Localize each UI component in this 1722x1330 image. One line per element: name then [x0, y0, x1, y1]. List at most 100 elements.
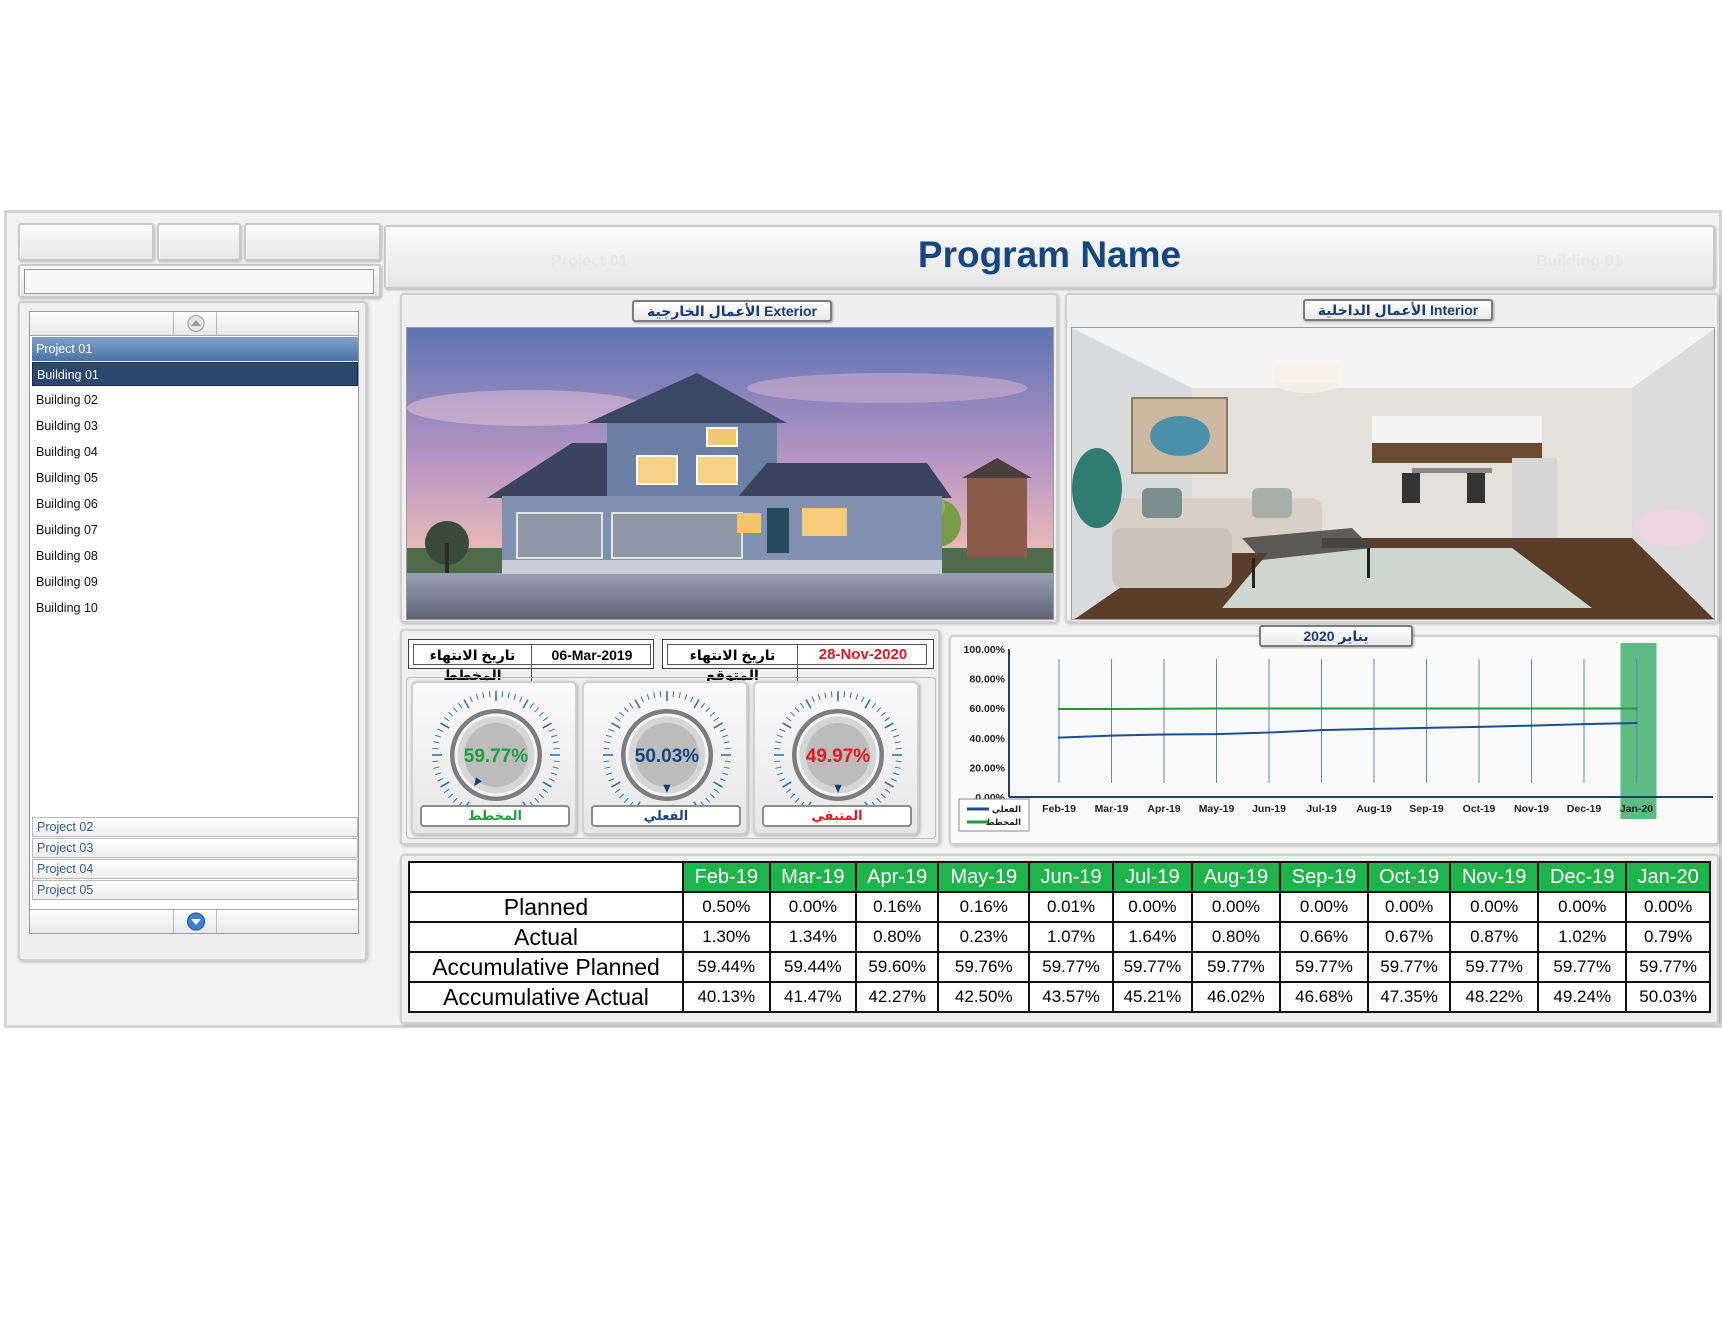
- slicer-building-item[interactable]: Building 03: [32, 414, 358, 438]
- table-cell: 41.47%: [768, 981, 858, 1013]
- chart-point: [1425, 707, 1428, 710]
- table-row: Accumulative Planned 59.44% 59.44% 59.60% 59…: [408, 951, 1711, 983]
- interior-caption: الأعمال الداخلية Interior: [1303, 299, 1493, 321]
- table-month-header: Feb-19: [682, 861, 771, 893]
- gauge-tick: [634, 699, 641, 709]
- table-row: Actual 1.30% 1.34% 0.80% 0.23% 1.07% 1.64% 0.80…: [408, 921, 1711, 953]
- table-cell: 0.00%: [1625, 891, 1711, 923]
- gauge-value: 50.03%: [635, 746, 700, 767]
- scroll-down-icon: [187, 912, 205, 931]
- table-cell: 0.16%: [937, 891, 1031, 923]
- gauge-tick: [895, 747, 902, 750]
- slicer-list: Project 01 Building 01 Building 02 Buildin…: [29, 311, 359, 934]
- chart-highlight-band: [1620, 643, 1657, 819]
- gauge-tick: [475, 693, 479, 700]
- chart-point: [1372, 727, 1376, 731]
- slicer-building-item[interactable]: Building 06: [32, 492, 358, 516]
- chart-xtick-label: Jul-19: [1306, 803, 1337, 815]
- chart-point: [1110, 734, 1113, 737]
- house-exterior-illustration: [407, 328, 1053, 619]
- gauge-tick: [894, 741, 901, 744]
- chart-ytick-label: 80.00%: [969, 674, 1005, 686]
- table-month-header: Jun-19: [1028, 861, 1114, 893]
- blank-button-1[interactable]: [18, 223, 154, 261]
- slicer-building-item[interactable]: Building 04: [32, 440, 358, 464]
- slicer-project-selected[interactable]: Project 01: [32, 337, 358, 361]
- gauge-tick: [605, 772, 612, 776]
- slicer-project-item[interactable]: Project 02: [32, 817, 358, 837]
- slicer-building-item[interactable]: Building 02: [32, 388, 358, 412]
- gauge-card: 49.97% المتبقي: [753, 681, 919, 835]
- exterior-image: [406, 327, 1054, 620]
- table-cell: 49.24%: [1537, 981, 1628, 1013]
- slicer-building-item[interactable]: Building 07: [32, 518, 358, 542]
- chart-xtick-label: Sep-19: [1409, 803, 1444, 815]
- slicer-building-item[interactable]: Building 05: [32, 466, 358, 490]
- slicer-building-item[interactable]: Building 01: [32, 362, 358, 386]
- chart-point: [1057, 707, 1061, 711]
- blank-button-2[interactable]: [157, 223, 241, 261]
- chart-point: [1582, 707, 1586, 710]
- chart-xtick-label: Mar-19: [1095, 803, 1129, 815]
- scroll-up-button[interactable]: [173, 312, 217, 335]
- gauge-tick: [538, 793, 544, 799]
- scroll-up-bar[interactable]: [30, 312, 358, 336]
- gauge-dial: 49.97%: [774, 691, 902, 819]
- gauge-tick: [553, 747, 560, 750]
- gauge-tick: [608, 778, 615, 782]
- scroll-down-button[interactable]: [173, 910, 217, 933]
- table-cell: 40.13%: [682, 981, 771, 1013]
- gauge-tick: [434, 734, 441, 738]
- slicer-building-item[interactable]: Building 10: [32, 596, 358, 620]
- table-row-label: Accumulative Actual: [408, 981, 684, 1013]
- slicer-building-item[interactable]: Building 08: [32, 544, 358, 568]
- table-cell: 1.07%: [1028, 921, 1114, 953]
- gauge-tick: [830, 691, 833, 698]
- gauge-tick: [700, 702, 706, 709]
- gauge-tick: [817, 693, 821, 700]
- blank-input[interactable]: [24, 269, 374, 294]
- gauge-tick: [538, 711, 544, 717]
- gauge-tick: [719, 728, 726, 732]
- table-cell: 59.76%: [937, 951, 1031, 983]
- chart-panel: يناير 2020 100.00% 80.00% 60.00% 40.00% 20.0…: [949, 625, 1719, 845]
- table-cell: 59.77%: [1537, 951, 1628, 983]
- table-cell: 45.21%: [1111, 981, 1193, 1013]
- chart-point: [1057, 736, 1061, 739]
- gauge-label: المتبقي: [762, 805, 912, 827]
- chart-xtick-label: Nov-19: [1514, 803, 1549, 815]
- blank-button-3[interactable]: [244, 223, 381, 261]
- chart-point: [1530, 724, 1533, 727]
- gauge-tick: [443, 788, 450, 794]
- exterior-panel: الأعمال الخارجية Exterior: [400, 293, 1058, 623]
- table-cell: 1.34%: [768, 921, 858, 953]
- gauge-tick: [552, 741, 559, 744]
- slicer-building-item[interactable]: Building 09: [32, 570, 358, 594]
- gauge-tick: [542, 781, 552, 788]
- progress-line-chart: 100.00%80.00%60.00%40.00%20.00%0.00%Feb-…: [958, 643, 1713, 832]
- blank-bar[interactable]: [18, 264, 381, 298]
- page-title: Program Name: [917, 234, 1182, 275]
- slicer-project-item[interactable]: Project 03: [32, 838, 358, 858]
- table-month-header: Mar-19: [768, 861, 858, 893]
- chart-xtick-label: May-19: [1199, 803, 1235, 815]
- slicer-project-item[interactable]: Project 05: [32, 880, 358, 900]
- chart-point: [1635, 707, 1638, 710]
- slicer-project-item[interactable]: Project 04: [32, 859, 358, 879]
- chart-point: [1162, 707, 1166, 710]
- table-cell: 1.64%: [1111, 921, 1193, 953]
- chart-point: [1162, 733, 1166, 736]
- planned-finish-inner: تاريخ الانتهاء المخطط 06-Mar-2019: [413, 644, 651, 685]
- table-cell: 1.02%: [1537, 921, 1628, 953]
- table-month-header: Oct-19: [1367, 861, 1452, 893]
- gauge-tick: [548, 728, 555, 732]
- gauge-tick: [659, 691, 662, 698]
- gauge-tick: [507, 692, 510, 699]
- chart-point: [1477, 707, 1481, 710]
- gauge-tick: [722, 734, 729, 738]
- gauge-tick: [779, 778, 786, 782]
- planned-finish-value: 06-Mar-2019: [551, 647, 633, 663]
- scroll-down-bar[interactable]: [30, 909, 358, 933]
- chart-point: [1477, 725, 1481, 729]
- gauge-tick: [437, 778, 444, 782]
